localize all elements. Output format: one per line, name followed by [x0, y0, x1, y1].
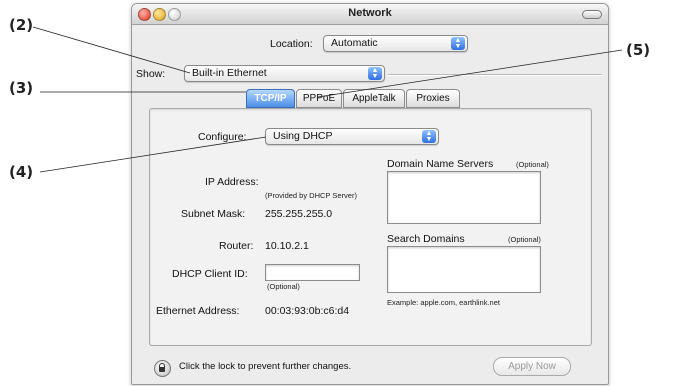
location-value: Automatic [331, 37, 378, 49]
updown-arrows-icon: ▲ ▼ [422, 130, 436, 143]
ip-address-note: (Provided by DHCP Server) [265, 191, 357, 200]
ip-address-label: IP Address: [205, 176, 259, 188]
location-popup[interactable]: Automatic ▲ ▼ [323, 35, 468, 52]
dhcp-client-id-field[interactable] [265, 264, 360, 281]
location-label: Location: [270, 38, 313, 50]
configure-popup[interactable]: Using DHCP ▲ ▼ [265, 128, 439, 145]
search-domains-label: Search Domains [387, 233, 465, 245]
tab-proxies[interactable]: Proxies [406, 89, 460, 108]
tab-appletalk[interactable]: AppleTalk [343, 89, 405, 108]
dns-field[interactable] [387, 171, 541, 224]
window-title: Network [348, 7, 392, 19]
search-domains-field[interactable] [387, 246, 541, 293]
subnet-mask-label: Subnet Mask: [181, 208, 246, 220]
dns-note: (Optional) [516, 160, 549, 169]
tcpip-panel: Configure: Using DHCP ▲ ▼ IP Address: (Pr… [149, 108, 592, 346]
apply-now-button[interactable]: Apply Now [493, 357, 571, 376]
lock-button[interactable] [154, 360, 171, 377]
callout-4: (4) [9, 163, 34, 181]
separator [388, 74, 602, 76]
show-value: Built-in Ethernet [192, 67, 267, 79]
updown-arrows-icon: ▲ ▼ [368, 67, 382, 80]
ethernet-address-value: 00:03:93:0b:c6:d4 [265, 305, 350, 317]
title-bar: Network [132, 4, 608, 25]
show-label: Show: [136, 68, 166, 80]
callout-2: (2) [9, 16, 34, 34]
callout-5: (5) [626, 41, 651, 59]
network-window: Network Location: Automatic ▲ ▼ Show: Bui… [131, 3, 609, 385]
show-popup[interactable]: Built-in Ethernet ▲ ▼ [184, 65, 385, 82]
subnet-mask-value: 255.255.255.0 [265, 208, 333, 220]
search-domains-note: (Optional) [508, 235, 541, 244]
search-domains-example: Example: apple.com, earthlink.net [387, 298, 500, 307]
toolbar-toggle-button[interactable] [582, 10, 602, 19]
configure-value: Using DHCP [273, 130, 333, 142]
configure-label: Configure: [198, 131, 247, 143]
tab-pppoe[interactable]: PPPoE [296, 89, 342, 108]
router-value: 10.10.2.1 [265, 240, 309, 252]
ethernet-address-label: Ethernet Address: [156, 305, 240, 317]
dhcp-client-id-note: (Optional) [267, 282, 300, 291]
router-label: Router: [219, 240, 254, 252]
tab-tcpip[interactable]: TCP/IP [246, 89, 295, 108]
dns-label: Domain Name Servers [387, 158, 494, 170]
lock-text: Click the lock to prevent further change… [179, 361, 352, 372]
dhcp-client-id-label: DHCP Client ID: [172, 268, 248, 280]
callout-3: (3) [9, 79, 34, 97]
updown-arrows-icon: ▲ ▼ [451, 37, 465, 50]
